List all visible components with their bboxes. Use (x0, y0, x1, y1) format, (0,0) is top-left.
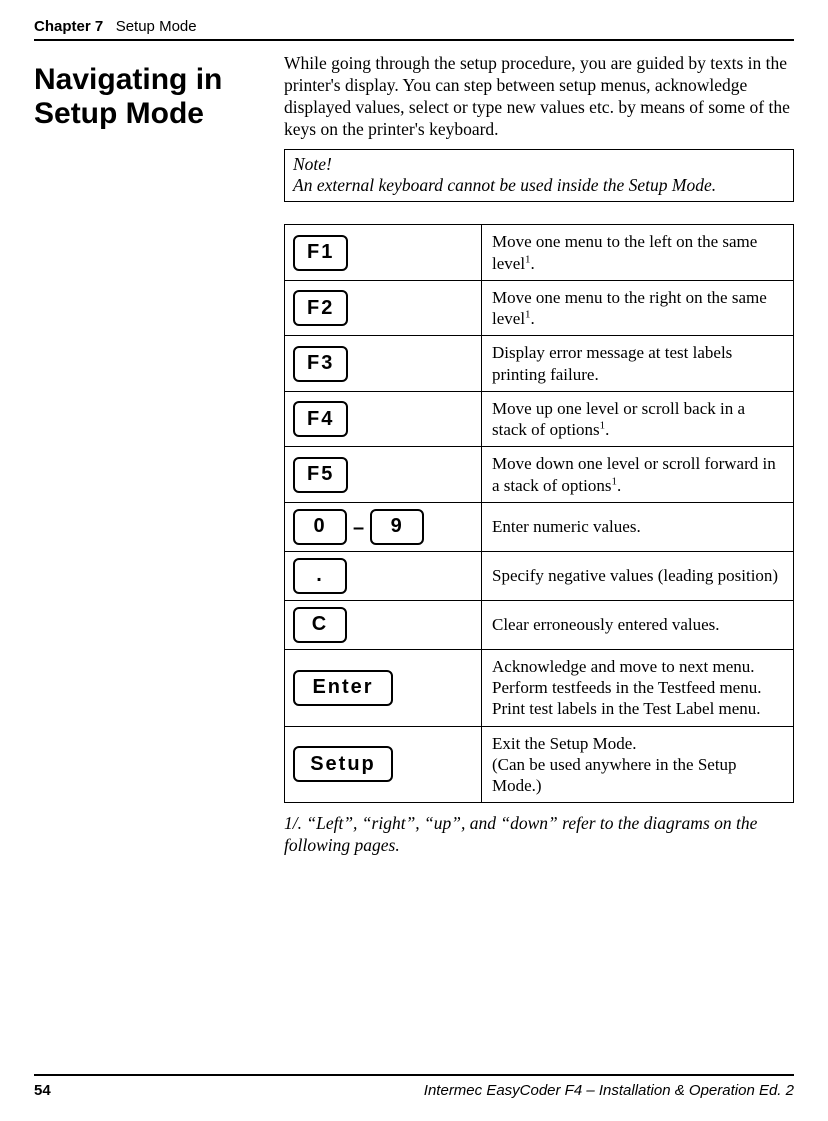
key-description: Enter numeric values. (482, 502, 794, 551)
intro-paragraph: While going through the setup procedure,… (284, 53, 794, 141)
key-cell: F3 (285, 336, 482, 392)
section-heading: Navigating in Setup Mode (34, 63, 264, 130)
keycap: F5 (293, 457, 348, 493)
key-cell: F2 (285, 280, 482, 336)
key-description: Acknowledge and move to next menu.Perfor… (482, 649, 794, 726)
key-cell: F1 (285, 225, 482, 281)
keycap: Setup (293, 746, 393, 782)
bottom-rule (34, 1074, 794, 1076)
running-chapter: Chapter 7 (34, 18, 103, 35)
table-row: C Clear erroneously entered values. (285, 600, 794, 649)
key-table: F1 Move one menu to the left on the same … (284, 224, 794, 803)
table-row: Enter Acknowledge and move to next menu.P… (285, 649, 794, 726)
key-cell: . (285, 551, 482, 600)
keycap: F4 (293, 401, 348, 437)
key-cell: F4 (285, 391, 482, 447)
key-description: Exit the Setup Mode.(Can be used anywher… (482, 726, 794, 803)
key-cell: Setup (285, 726, 482, 803)
table-row: 0–9Enter numeric values. (285, 502, 794, 551)
table-row: F2 Move one menu to the right on the same… (285, 280, 794, 336)
running-head: Chapter 7 Setup Mode (34, 18, 794, 35)
key-cell: 0–9 (285, 502, 482, 551)
keycap: Enter (293, 670, 393, 706)
key-cell: Enter (285, 649, 482, 726)
keycap: F3 (293, 346, 348, 382)
keycap: F2 (293, 290, 348, 326)
note-text: An external keyboard cannot be used insi… (293, 175, 785, 197)
key-description: Specify negative values (leading positio… (482, 551, 794, 600)
keycap: F1 (293, 235, 348, 271)
table-row: . Specify negative values (leading positi… (285, 551, 794, 600)
running-title: Setup Mode (116, 18, 197, 35)
footnote: 1/. “Left”, “right”, “up”, and “down” re… (284, 813, 794, 857)
key-description: Move one menu to the left on the same le… (482, 225, 794, 281)
top-rule (34, 39, 794, 41)
footer: 54 Intermec EasyCoder F4 – Installation … (34, 1066, 794, 1099)
keycap: 9 (370, 509, 424, 545)
keycap: 0 (293, 509, 347, 545)
table-row: F3 Display error message at test labels p… (285, 336, 794, 392)
key-cell: F5 (285, 447, 482, 503)
key-range-separator: – (353, 516, 364, 541)
key-cell: C (285, 600, 482, 649)
note-title: Note! (293, 154, 785, 176)
table-row: Setup Exit the Setup Mode.(Can be used an… (285, 726, 794, 803)
table-row: F1 Move one menu to the left on the same … (285, 225, 794, 281)
key-description: Clear erroneously entered values. (482, 600, 794, 649)
keycap: C (293, 607, 347, 643)
page-number: 54 (34, 1082, 51, 1099)
table-row: F5 Move down one level or scroll forward … (285, 447, 794, 503)
keycap: . (293, 558, 347, 594)
key-description: Move down one level or scroll forward in… (482, 447, 794, 503)
key-description: Move up one level or scroll back in a st… (482, 391, 794, 447)
note-box: Note! An external keyboard cannot be use… (284, 149, 794, 203)
table-row: F4 Move up one level or scroll back in a … (285, 391, 794, 447)
key-description: Move one menu to the right on the same l… (482, 280, 794, 336)
footer-book-title: Intermec EasyCoder F4 – Installation & O… (424, 1082, 794, 1099)
key-description: Display error message at test labels pri… (482, 336, 794, 392)
